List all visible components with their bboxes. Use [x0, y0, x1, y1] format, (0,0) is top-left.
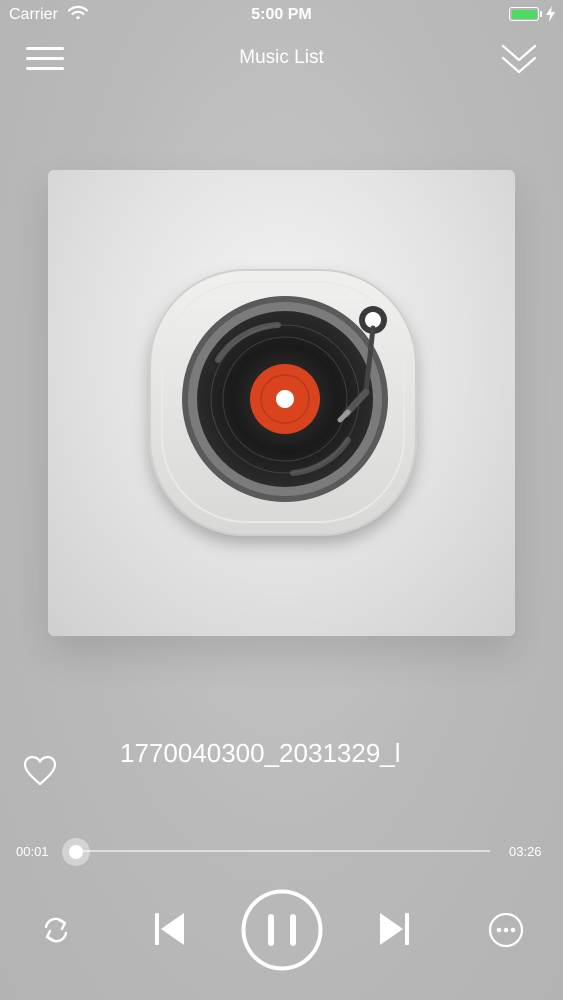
nav-bar: Music List [0, 30, 563, 86]
progress-bar[interactable] [76, 850, 490, 852]
record-player-icon [149, 269, 417, 536]
more-horizontal-icon [488, 912, 524, 948]
album-artwork [48, 170, 515, 636]
battery-icon [509, 7, 539, 21]
previous-track-button[interactable] [150, 906, 190, 952]
charging-icon [546, 6, 555, 22]
progress-thumb[interactable] [62, 838, 90, 866]
heart-outline-icon [23, 755, 57, 786]
pause-icon [241, 889, 323, 971]
menu-button[interactable] [22, 42, 68, 76]
total-duration: 03:26 [509, 844, 542, 859]
skip-previous-icon [155, 913, 184, 945]
repeat-button[interactable] [38, 910, 74, 950]
menu-icon [26, 47, 64, 70]
elapsed-time: 00:01 [16, 844, 49, 859]
battery-tip [540, 11, 542, 17]
status-bar: Carrier 5:00 PM [0, 0, 563, 30]
repeat-icon [44, 917, 68, 943]
favorite-button[interactable] [22, 754, 58, 788]
collapse-button[interactable] [497, 40, 541, 80]
page-title: Music List [239, 47, 324, 68]
clock: 5:00 PM [251, 6, 312, 23]
skip-next-icon [380, 913, 409, 945]
chevron-double-down-icon [501, 44, 537, 74]
next-track-button[interactable] [374, 906, 414, 952]
more-options-button[interactable] [486, 910, 526, 950]
track-title: 1770040300_2031329_l [120, 738, 401, 768]
play-pause-button[interactable] [240, 888, 324, 972]
